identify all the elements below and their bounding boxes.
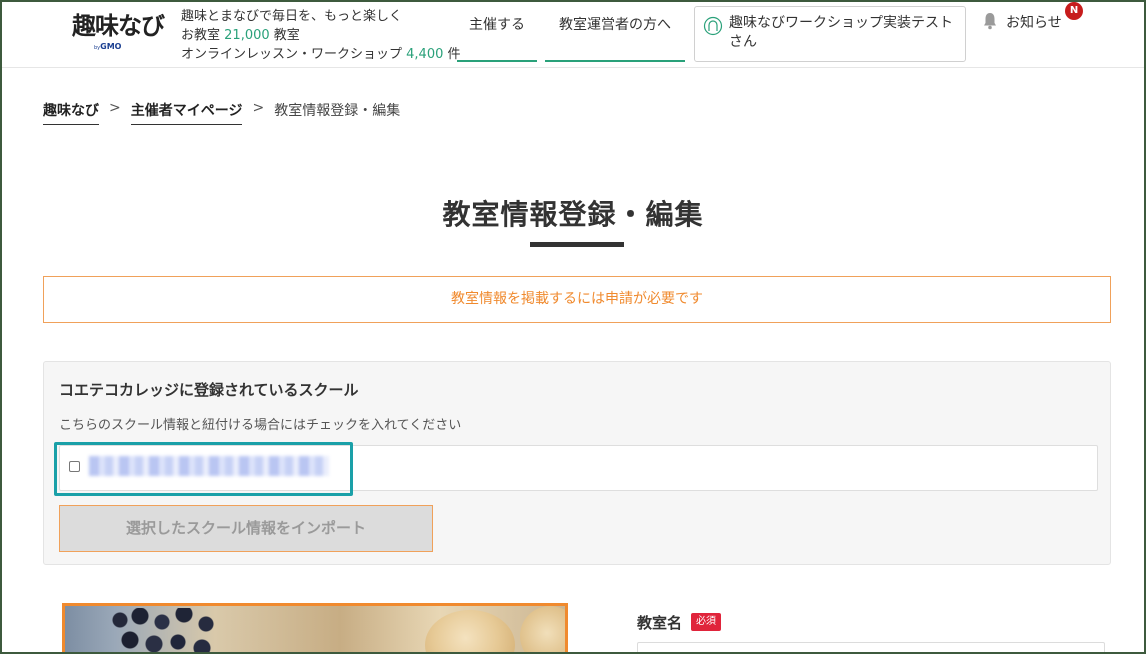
tagline-classroom-count: お教室 21,000 教室	[181, 26, 461, 45]
user-menu-button[interactable]: 趣味なびワークショップ実装テストさん	[694, 6, 966, 62]
tagline-online-count: オンラインレッスン・ワークショップ 4,400 件	[181, 45, 461, 64]
logo-text: 趣味なび	[72, 12, 165, 40]
classroom-image[interactable]	[62, 603, 568, 654]
online-count: 4,400	[406, 47, 444, 62]
classroom-name-input[interactable]	[637, 642, 1105, 654]
breadcrumb-mypage-link[interactable]: 主催者マイページ	[130, 100, 243, 125]
classroom-count: 21,000	[224, 28, 270, 43]
school-checkbox[interactable]	[69, 461, 80, 472]
title-underline	[530, 242, 624, 247]
school-name-redacted	[89, 456, 329, 476]
breadcrumb-separator: >	[109, 100, 121, 116]
site-header: 趣味なび byGMO 趣味とまなびで毎日を、もっと楽しく お教室 21,000 …	[2, 2, 1144, 68]
user-avatar-icon	[703, 16, 723, 36]
required-badge: 必須	[691, 613, 721, 631]
panel-title: コエテコカレッジに登録されているスクール	[59, 381, 359, 399]
nav-operators-link[interactable]: 教室運営者の方へ	[545, 12, 685, 62]
page-title: 教室情報登録・編集	[442, 198, 704, 231]
logo-brand: GMO	[100, 42, 122, 51]
notifications-button[interactable]: お知らせ N	[982, 2, 1083, 32]
registered-schools-panel: コエテコカレッジに登録されているスクール こちらのスクール情報と紐付ける場合には…	[43, 361, 1111, 565]
breadcrumb: 趣味なび > 主催者マイページ > 教室情報登録・編集	[43, 100, 400, 125]
blueberries-image-detail	[110, 608, 240, 654]
breadcrumb-home-link[interactable]: 趣味なび	[43, 100, 99, 125]
breadcrumb-current: 教室情報登録・編集	[274, 103, 401, 119]
classroom-suffix: 教室	[273, 28, 300, 43]
tagline-line1: 趣味とまなびで毎日を、もっと楽しく	[181, 9, 403, 24]
site-logo[interactable]: 趣味なび byGMO	[72, 12, 172, 56]
online-prefix: オンラインレッスン・ワークショップ	[181, 47, 403, 62]
import-school-button[interactable]: 選択したスクール情報をインポート	[59, 505, 433, 552]
nav-host-link[interactable]: 主催する	[457, 12, 537, 62]
panel-description: こちらのスクール情報と紐付ける場合にはチェックを入れてください	[59, 418, 462, 433]
breadcrumb-separator: >	[252, 100, 265, 116]
scone-image-detail	[425, 610, 515, 654]
bell-icon	[984, 13, 996, 30]
notification-badge: N	[1065, 2, 1083, 20]
user-name: 趣味なびワークショップ実装テストさん	[729, 15, 953, 50]
application-required-alert: 教室情報を掲載するには申請が必要です	[43, 276, 1111, 323]
classroom-prefix: お教室	[181, 28, 221, 43]
scone-image-detail	[520, 606, 565, 654]
classroom-name-label: 教室名	[637, 614, 683, 632]
logo-gmo: byGMO	[94, 42, 121, 51]
site-tagline: 趣味とまなびで毎日を、もっと楽しく お教室 21,000 教室 オンラインレッス…	[181, 7, 461, 64]
